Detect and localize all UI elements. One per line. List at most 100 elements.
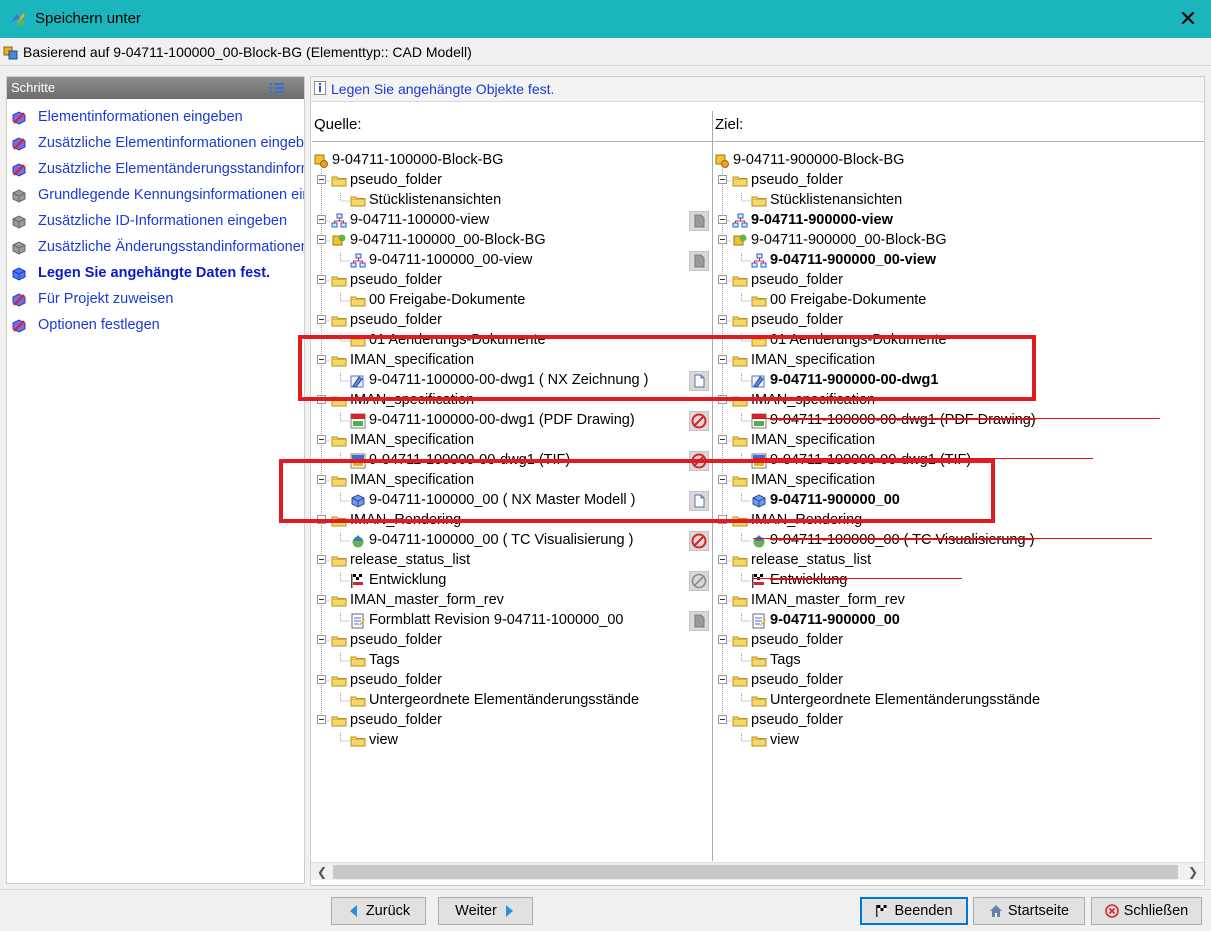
collapse-toggle-icon[interactable] [317, 215, 326, 224]
tree-row[interactable]: 9-04711-900000_00-Block-BG [713, 231, 1204, 251]
tree-row[interactable]: pseudo_folder [713, 311, 1204, 331]
tree-row[interactable]: 9-04711-100000-00-dwg1 (PDF Drawing) [312, 411, 712, 431]
tree-node-label[interactable]: 9-04711-100000_00 ( TC Visualisierung ) [770, 532, 1034, 548]
step-item[interactable]: Zusätzliche Änderungsstandinformationen … [7, 237, 304, 259]
step-item[interactable]: Elementinformationen eingeben [7, 107, 304, 129]
collapse-toggle-icon[interactable] [718, 315, 727, 324]
copy-icon[interactable] [689, 611, 709, 631]
tree-node-label[interactable]: 9-04711-100000_00 ( NX Master Modell ) [369, 492, 636, 508]
tree-row[interactable]: 9-04711-900000_00 [713, 491, 1204, 511]
scroll-right-icon[interactable]: ❯ [1184, 863, 1202, 881]
close-button[interactable]: Schließen [1091, 897, 1202, 925]
list-icon[interactable] [270, 82, 284, 94]
step-label[interactable]: Zusätzliche Elementänderungsstandinforma… [38, 161, 304, 177]
tree-row[interactable]: release_status_list [312, 551, 712, 571]
step-label[interactable]: Optionen festlegen [38, 317, 160, 333]
step-label[interactable]: Für Projekt zuweisen [38, 291, 173, 307]
copy-icon[interactable] [689, 251, 709, 271]
step-label[interactable]: Zusätzliche Änderungsstandinformationen … [38, 239, 304, 255]
tree-node-label[interactable]: Untergeordnete Elementänderungsstände [369, 692, 639, 708]
tree-row[interactable]: Formblatt Revision 9-04711-100000_00 [312, 611, 712, 631]
tree-node-label[interactable]: pseudo_folder [751, 672, 843, 688]
tree-node-label[interactable]: view [770, 732, 799, 748]
tree-node-label[interactable]: 9-04711-100000_00 ( TC Visualisierung ) [369, 532, 633, 548]
tree-node-label[interactable]: 01 Aenderungs-Dokumente [770, 332, 947, 348]
step-item[interactable]: Für Projekt zuweisen [7, 289, 304, 311]
tree-node-label[interactable]: Tags [770, 652, 801, 668]
target-tree[interactable]: Ziel: 9-04711-900000-Block-BG pseudo_fold… [713, 111, 1204, 861]
tree-node-label[interactable]: IMAN_specification [751, 392, 875, 408]
new-icon[interactable] [689, 371, 709, 391]
tree-node-label[interactable]: IMAN_specification [751, 352, 875, 368]
tree-row[interactable]: IMAN_specification [312, 351, 712, 371]
tree-row[interactable]: view [713, 731, 1204, 751]
new-icon[interactable] [689, 491, 709, 511]
tree-row[interactable]: 9-04711-100000-00-dwg1 (TIF) [713, 451, 1204, 471]
tree-row[interactable]: 9-04711-900000-view [713, 211, 1204, 231]
tree-row[interactable]: 9-04711-100000-00-dwg1 ( NX Zeichnung ) [312, 371, 712, 391]
tree-node-label[interactable]: IMAN_specification [350, 472, 474, 488]
tree-node-label[interactable]: 01 Aenderungs-Dokumente [369, 332, 546, 348]
tree-row[interactable]: pseudo_folder [312, 171, 712, 191]
tree-row[interactable]: Entwicklung [312, 571, 712, 591]
collapse-toggle-icon[interactable] [317, 235, 326, 244]
tree-row[interactable]: IMAN_specification [312, 391, 712, 411]
finish-button[interactable]: Beenden [860, 897, 968, 925]
tree-row[interactable]: pseudo_folder [713, 671, 1204, 691]
tree-node-label[interactable]: 9-04711-900000_00-Block-BG [751, 232, 947, 248]
tree-node-label[interactable]: 00 Freigabe-Dokumente [369, 292, 525, 308]
tree-node-label[interactable]: pseudo_folder [350, 312, 442, 328]
tree-node-label[interactable]: pseudo_folder [751, 632, 843, 648]
tree-row[interactable]: IMAN_Rendering [713, 511, 1204, 531]
tree-row[interactable]: IMAN_master_form_rev [713, 591, 1204, 611]
tree-node-label[interactable]: 00 Freigabe-Dokumente [770, 292, 926, 308]
tree-node-label[interactable]: 9-04711-900000-Block-BG [733, 152, 904, 168]
tree-row[interactable]: 9-04711-900000-Block-BG [713, 151, 1204, 171]
tree-row[interactable]: pseudo_folder [713, 271, 1204, 291]
scrollbar-thumb[interactable] [333, 865, 1178, 879]
tree-row[interactable]: 9-04711-100000-view [312, 211, 712, 231]
tree-node-label[interactable]: Entwicklung [770, 572, 847, 588]
tree-row[interactable]: 9-04711-100000-Block-BG [312, 151, 712, 171]
copy-icon[interactable] [689, 211, 709, 231]
collapse-toggle-icon[interactable] [718, 235, 727, 244]
collapse-toggle-icon[interactable] [317, 275, 326, 284]
step-item[interactable]: Grundlegende Kennungsinformationen einge… [7, 185, 304, 207]
tree-node-label[interactable]: 9-04711-900000_00-view [770, 252, 936, 268]
collapse-toggle-icon[interactable] [718, 635, 727, 644]
tree-node-label[interactable]: 9-04711-900000_00 [770, 492, 900, 508]
tree-row[interactable]: IMAN_specification [312, 431, 712, 451]
tree-row[interactable]: 9-04711-900000_00-view [713, 251, 1204, 271]
tree-row[interactable]: 9-04711-100000_00-Block-BG [312, 231, 712, 251]
collapse-toggle-icon[interactable] [317, 595, 326, 604]
tree-node-label[interactable]: 9-04711-100000_00-view [369, 252, 532, 268]
tree-node-label[interactable]: IMAN_specification [751, 472, 875, 488]
no-copy-icon[interactable] [689, 451, 709, 471]
tree-row[interactable]: Untergeordnete Elementänderungsstände [312, 691, 712, 711]
tree-node-label[interactable]: pseudo_folder [751, 272, 843, 288]
tree-node-label[interactable]: IMAN_master_form_rev [751, 592, 905, 608]
tree-node-label[interactable]: IMAN_specification [350, 352, 474, 368]
tree-node-label[interactable]: IMAN_specification [751, 432, 875, 448]
tree-node-label[interactable]: pseudo_folder [751, 312, 843, 328]
collapse-toggle-icon[interactable] [317, 515, 326, 524]
collapse-toggle-icon[interactable] [317, 315, 326, 324]
tree-row[interactable]: IMAN_specification [713, 351, 1204, 371]
tree-row[interactable]: 00 Freigabe-Dokumente [312, 291, 712, 311]
no-copy-icon[interactable] [689, 411, 709, 431]
collapse-toggle-icon[interactable] [718, 395, 727, 404]
home-button[interactable]: Startseite [973, 897, 1085, 925]
step-label[interactable]: Grundlegende Kennungsinformationen einge… [38, 187, 304, 203]
tree-node-label[interactable]: 9-04711-100000_00-Block-BG [350, 232, 546, 248]
tree-node-label[interactable]: release_status_list [350, 552, 470, 568]
tree-row[interactable]: Untergeordnete Elementänderungsstände [713, 691, 1204, 711]
back-button[interactable]: Zurück [331, 897, 426, 925]
tree-node-label[interactable]: IMAN_specification [350, 432, 474, 448]
tree-node-label[interactable]: 9-04711-100000-00-dwg1 ( NX Zeichnung ) [369, 372, 648, 388]
tree-node-label[interactable]: Tags [369, 652, 400, 668]
tree-row[interactable]: IMAN_specification [312, 471, 712, 491]
tree-node-label[interactable]: release_status_list [751, 552, 871, 568]
tree-node-label[interactable]: Entwicklung [369, 572, 446, 588]
tree-row[interactable]: 9-04711-100000_00 ( TC Visualisierung ) [713, 531, 1204, 551]
tree-node-label[interactable]: IMAN_specification [350, 392, 474, 408]
